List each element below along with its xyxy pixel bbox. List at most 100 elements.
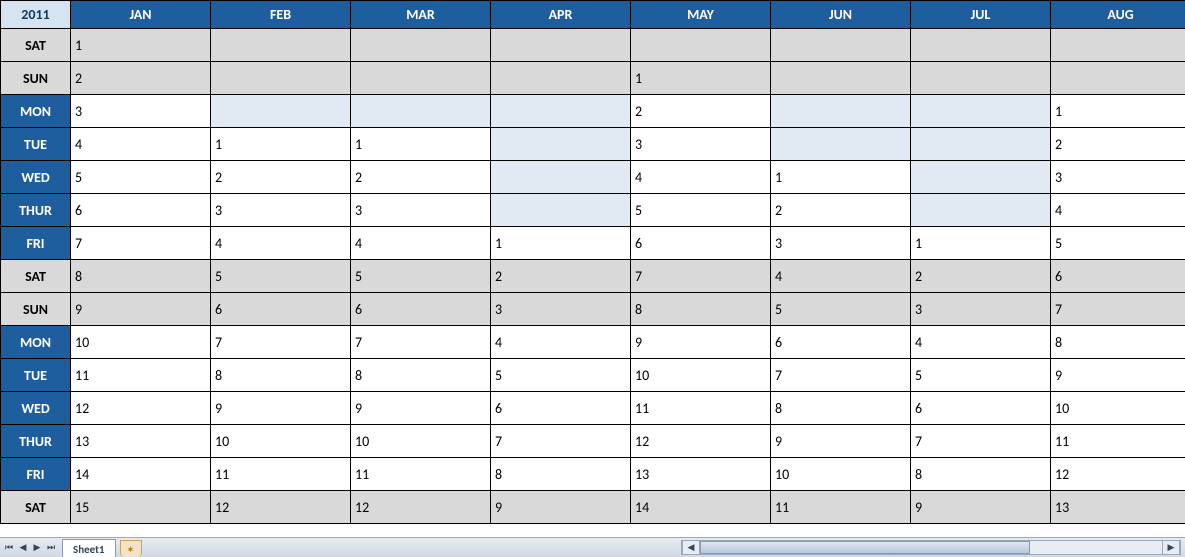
month-header[interactable]: AUG [1051, 1, 1185, 29]
calendar-cell[interactable] [351, 29, 491, 62]
calendar-cell[interactable]: 12 [1051, 458, 1185, 491]
calendar-cell[interactable]: 6 [351, 293, 491, 326]
calendar-cell[interactable]: 12 [71, 392, 211, 425]
calendar-cell[interactable] [911, 95, 1051, 128]
calendar-cell[interactable]: 11 [1051, 425, 1185, 458]
calendar-cell[interactable]: 13 [71, 425, 211, 458]
calendar-cell[interactable]: 8 [911, 458, 1051, 491]
calendar-cell[interactable]: 1 [491, 227, 631, 260]
calendar-cell[interactable]: 3 [351, 194, 491, 227]
scroll-track[interactable] [700, 541, 1162, 554]
calendar-cell[interactable]: 1 [771, 161, 911, 194]
calendar-cell[interactable] [1051, 29, 1185, 62]
calendar-cell[interactable]: 15 [71, 491, 211, 524]
calendar-cell[interactable] [771, 62, 911, 95]
calendar-cell[interactable]: 12 [631, 425, 771, 458]
scroll-right-icon[interactable]: ▶ [1162, 541, 1180, 554]
calendar-cell[interactable]: 4 [71, 128, 211, 161]
calendar-cell[interactable]: 9 [1051, 359, 1185, 392]
calendar-cell[interactable]: 13 [1051, 491, 1185, 524]
calendar-cell[interactable]: 9 [71, 293, 211, 326]
calendar-cell[interactable] [491, 161, 631, 194]
day-header[interactable]: MON [1, 326, 71, 359]
calendar-cell[interactable]: 4 [771, 260, 911, 293]
day-header[interactable]: THUR [1, 425, 71, 458]
calendar-cell[interactable]: 9 [491, 491, 631, 524]
calendar-cell[interactable] [211, 95, 351, 128]
calendar-cell[interactable] [771, 29, 911, 62]
calendar-cell[interactable]: 4 [911, 326, 1051, 359]
day-header[interactable]: TUE [1, 128, 71, 161]
calendar-cell[interactable]: 5 [351, 260, 491, 293]
scroll-left-icon[interactable]: ◀ [682, 541, 700, 554]
sheet-nav-prev-icon[interactable]: ◀ [16, 540, 30, 556]
day-header[interactable]: SUN [1, 293, 71, 326]
calendar-cell[interactable]: 1 [631, 62, 771, 95]
calendar-cell[interactable]: 2 [211, 161, 351, 194]
calendar-cell[interactable] [911, 62, 1051, 95]
calendar-cell[interactable]: 1 [911, 227, 1051, 260]
calendar-cell[interactable] [211, 62, 351, 95]
day-header[interactable]: SUN [1, 62, 71, 95]
calendar-cell[interactable]: 4 [351, 227, 491, 260]
calendar-cell[interactable]: 11 [351, 458, 491, 491]
calendar-cell[interactable]: 3 [1051, 161, 1185, 194]
calendar-cell[interactable] [211, 29, 351, 62]
calendar-cell[interactable]: 7 [771, 359, 911, 392]
calendar-cell[interactable]: 9 [631, 326, 771, 359]
calendar-cell[interactable]: 4 [211, 227, 351, 260]
calendar-cell[interactable]: 7 [631, 260, 771, 293]
calendar-cell[interactable] [911, 128, 1051, 161]
calendar-cell[interactable]: 6 [1051, 260, 1185, 293]
calendar-cell[interactable] [491, 29, 631, 62]
horizontal-scrollbar[interactable]: ◀ ▶ [681, 540, 1181, 555]
calendar-cell[interactable]: 2 [351, 161, 491, 194]
calendar-cell[interactable]: 2 [491, 260, 631, 293]
calendar-cell[interactable]: 10 [631, 359, 771, 392]
calendar-cell[interactable]: 5 [771, 293, 911, 326]
calendar-cell[interactable]: 3 [771, 227, 911, 260]
calendar-cell[interactable]: 12 [351, 491, 491, 524]
sheet-nav-next-icon[interactable]: ▶ [30, 540, 44, 556]
calendar-cell[interactable]: 7 [211, 326, 351, 359]
calendar-cell[interactable] [771, 95, 911, 128]
month-header[interactable]: FEB [211, 1, 351, 29]
calendar-cell[interactable]: 11 [71, 359, 211, 392]
calendar-cell[interactable]: 9 [771, 425, 911, 458]
day-header[interactable]: TUE [1, 359, 71, 392]
calendar-cell[interactable]: 13 [631, 458, 771, 491]
calendar-cell[interactable] [491, 128, 631, 161]
calendar-cell[interactable]: 7 [911, 425, 1051, 458]
month-header[interactable]: JAN [71, 1, 211, 29]
calendar-cell[interactable] [491, 62, 631, 95]
calendar-cell[interactable]: 7 [491, 425, 631, 458]
calendar-cell[interactable]: 4 [631, 161, 771, 194]
calendar-cell[interactable]: 5 [491, 359, 631, 392]
month-header[interactable]: APR [491, 1, 631, 29]
calendar-cell[interactable] [911, 161, 1051, 194]
calendar-cell[interactable]: 11 [771, 491, 911, 524]
day-header[interactable]: FRI [1, 458, 71, 491]
calendar-cell[interactable]: 6 [911, 392, 1051, 425]
calendar-cell[interactable]: 6 [211, 293, 351, 326]
year-cell[interactable]: 2011 [1, 1, 71, 29]
day-header[interactable]: THUR [1, 194, 71, 227]
calendar-cell[interactable]: 8 [771, 392, 911, 425]
calendar-cell[interactable]: 2 [911, 260, 1051, 293]
calendar-cell[interactable]: 8 [211, 359, 351, 392]
calendar-cell[interactable] [351, 62, 491, 95]
calendar-cell[interactable]: 7 [71, 227, 211, 260]
day-header[interactable]: FRI [1, 227, 71, 260]
calendar-cell[interactable] [631, 29, 771, 62]
calendar-cell[interactable]: 2 [71, 62, 211, 95]
calendar-cell[interactable] [491, 194, 631, 227]
day-header[interactable]: SAT [1, 29, 71, 62]
calendar-cell[interactable]: 8 [491, 458, 631, 491]
calendar-cell[interactable]: 9 [911, 491, 1051, 524]
day-header[interactable]: WED [1, 392, 71, 425]
day-header[interactable]: WED [1, 161, 71, 194]
calendar-cell[interactable]: 7 [351, 326, 491, 359]
calendar-cell[interactable]: 1 [211, 128, 351, 161]
day-header[interactable]: SAT [1, 260, 71, 293]
calendar-cell[interactable]: 10 [351, 425, 491, 458]
